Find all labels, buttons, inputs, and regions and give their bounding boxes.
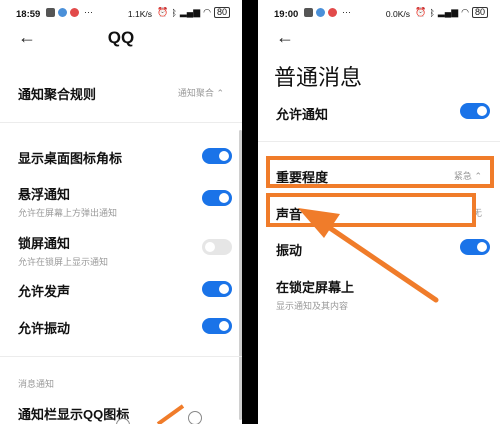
normal-message-settings-screen: 19:00 ··· 0.0K/s ⏰ ᛒ ▂▄▆ ◠ 80 ← 普通消息 允许通… — [258, 0, 500, 424]
annotation-arrow — [156, 404, 185, 424]
annotation-arrow — [298, 208, 439, 303]
qq-notification-settings-screen: 18:59 ··· 1.1K/s ⏰ ᛒ ▂▄▆ ◠ 80 ← QQ 通知聚合规… — [0, 0, 242, 424]
